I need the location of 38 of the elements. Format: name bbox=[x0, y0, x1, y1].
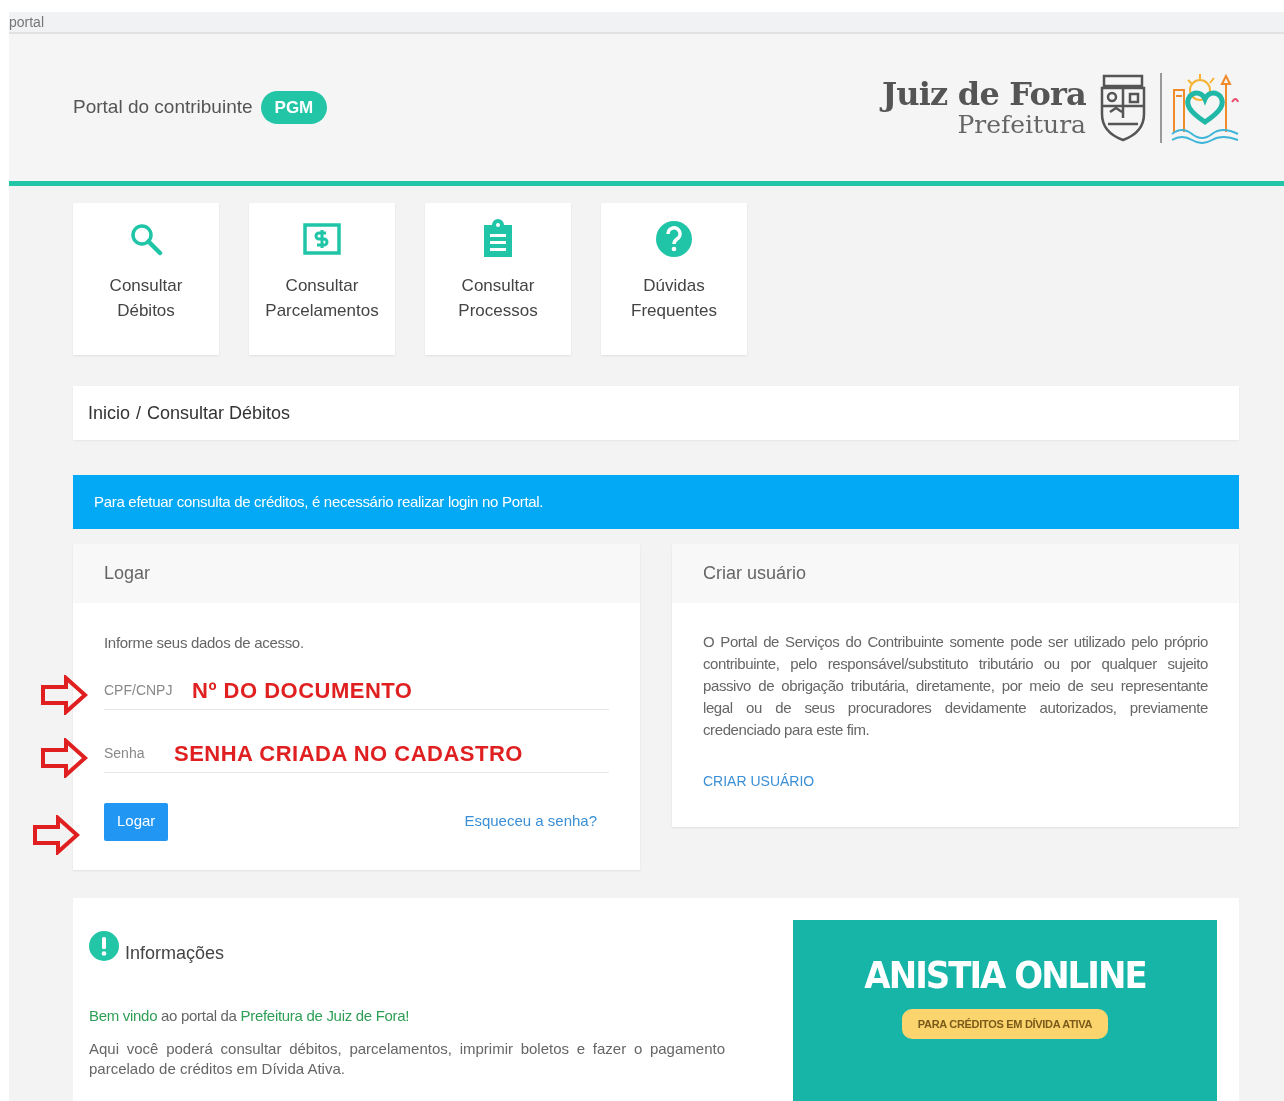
promo-banner[interactable]: ANISTIA ONLINE PARA CRÉDITOS EM DÍVIDA ATIVA bbox=[793, 919, 1217, 1101]
banner-title: ANISTIA ONLINE bbox=[864, 951, 1146, 999]
logo-name: Juiz de Fora bbox=[881, 78, 1086, 110]
input-field[interactable]: Senha bbox=[104, 742, 174, 764]
clipboard-icon bbox=[481, 219, 515, 259]
create-user-link[interactable]: CRIAR USUÁRIO bbox=[703, 771, 815, 792]
shortcut-card[interactable]: Consultar Parcelamentos bbox=[249, 203, 395, 355]
breadcrumb-item[interactable]: Inicio bbox=[88, 399, 131, 427]
welcome-text: Bem vindo ao portal da Prefeitura de Juiz de Fora! bbox=[89, 1005, 411, 1026]
help-icon bbox=[655, 220, 693, 258]
dollar-bill-icon bbox=[303, 223, 341, 255]
input-field[interactable]: CPF/CNPJ bbox=[104, 679, 192, 701]
shortcut-card[interactable]: Consultar Débitos bbox=[73, 203, 219, 355]
breadcrumb-separator: / bbox=[136, 401, 142, 425]
logo-subtitle: Prefeitura bbox=[957, 112, 1086, 137]
info-title: Informações bbox=[125, 941, 225, 965]
portal-title: Portal do contribuinte bbox=[73, 95, 253, 120]
search-icon bbox=[129, 222, 163, 256]
info-text: Aqui você poderá consultar débitos, parcelamentos, imprimir boletos e fazer o pagamento parcelado de créditos em Dívida Ativa. bbox=[89, 1039, 725, 1079]
tab-title: portal bbox=[9, 15, 45, 29]
login-intro: Informe seus dados de acesso. bbox=[104, 633, 305, 653]
shortcut-card[interactable]: Dúvidas Frequentes bbox=[601, 203, 747, 355]
card-title: Logar bbox=[104, 562, 151, 585]
shortcut-label: Dúvidas Frequentes bbox=[631, 275, 717, 322]
exclamation-icon bbox=[89, 931, 119, 961]
shortcut-label: Consultar Débitos bbox=[109, 275, 183, 322]
alert-text: Para efetuar consulta de créditos, é necessário realizar login no Portal. bbox=[94, 491, 544, 512]
shortcut-label: Consultar Parcelamentos bbox=[265, 275, 379, 322]
breadcrumb-item[interactable]: Consultar Débitos bbox=[147, 399, 291, 427]
annotation-text: SENHA CRIADA NO CADASTRO bbox=[174, 739, 523, 768]
shortcut-label: Consultar Processos bbox=[458, 275, 538, 322]
card-title: Criar usuário bbox=[703, 562, 807, 585]
forgot-password-link[interactable]: Esqueceu a senha? bbox=[464, 810, 597, 833]
banner-tag: PARA CRÉDITOS EM DÍVIDA ATIVA bbox=[901, 1008, 1109, 1039]
pgm-badge: PGM bbox=[260, 90, 328, 125]
signup-description: O Portal de Serviços do Contribuinte somente pode ser utilizado pelo próprio contribuinte, pelo responsável/substituto tributário ou por qualquer sujeito passivo de obrigação tributária, diretamente, por meio de seu representante legal ou de seus procuradores devidamente autorizados, previamente credenciado para este fim. bbox=[703, 632, 1208, 740]
shortcut-card[interactable]: Consultar Processos bbox=[425, 203, 571, 355]
annotation-text: Nº DO DOCUMENTO bbox=[192, 676, 413, 705]
